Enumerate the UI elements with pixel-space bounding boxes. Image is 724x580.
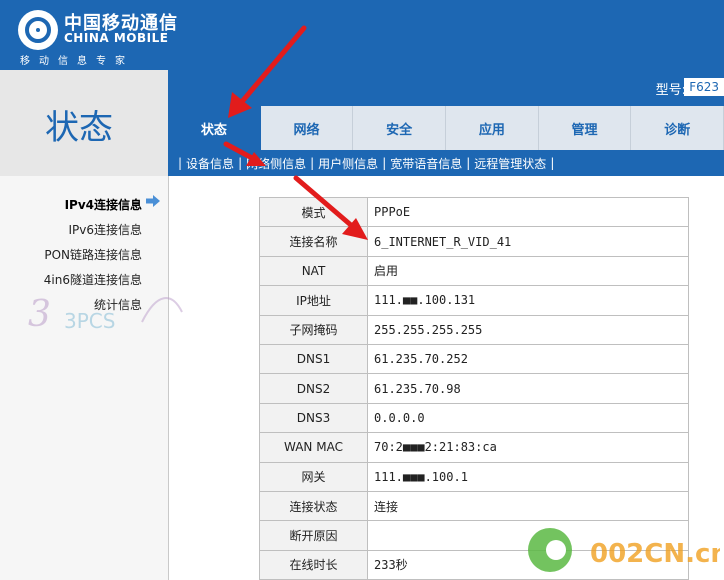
brand-header: 中国移动通信 CHINA MOBILE 移动信息专家	[0, 0, 724, 70]
subnav-device-info[interactable]: 设备信息	[186, 155, 234, 172]
table-row: 连接名称 6_INTERNET_R_VID_41	[259, 226, 689, 257]
row-key: NAT	[259, 255, 368, 287]
tab-security[interactable]: 安全	[353, 106, 447, 150]
table-row: IP地址 111.■■.100.131	[259, 285, 689, 316]
table-row: 子网掩码 255.255.255.255	[259, 314, 689, 345]
brand-slogan: 移动信息专家	[20, 56, 134, 67]
section-title: 状态	[45, 108, 113, 148]
tab-status[interactable]: 状态	[168, 106, 261, 150]
row-value: 连接	[367, 490, 689, 522]
row-value: PPPoE	[367, 196, 689, 228]
arrow-right-icon	[146, 195, 160, 207]
tab-application[interactable]: 应用	[446, 106, 539, 150]
row-value: 0.0.0.0	[367, 402, 689, 434]
subnav-broadband-voice-info[interactable]: 宽带语音信息	[390, 155, 462, 172]
subnav-network-side-info[interactable]: 网络侧信息	[246, 155, 306, 172]
main-tabs: 状态 网络 安全 应用 管理 诊断	[168, 106, 724, 150]
row-key: DNS2	[259, 373, 368, 404]
svg-text:3PCS: 3PCS	[64, 309, 115, 333]
row-key: 子网掩码	[259, 314, 368, 345]
row-key: IP地址	[259, 285, 368, 316]
sub-navigation: | 设备信息 | 网络侧信息 | 用户侧信息 | 宽带语音信息 | 远程管理状态…	[168, 150, 724, 176]
row-key: 模式	[259, 196, 368, 228]
model-label: 型号:	[655, 83, 686, 98]
row-key: 断开原因	[259, 520, 368, 551]
table-row: DNS3 0.0.0.0	[259, 402, 689, 434]
row-key: DNS1	[259, 343, 368, 375]
row-value: 255.255.255.255	[367, 314, 689, 345]
row-key: DNS3	[259, 402, 368, 434]
row-value: 启用	[367, 255, 689, 287]
china-mobile-logo-icon	[18, 10, 58, 50]
svg-text:3: 3	[28, 294, 51, 335]
table-row: WAN MAC 70:2■■■2:21:83:ca	[259, 432, 689, 463]
left-menu: IPv4连接信息 IPv6连接信息 PON链路连接信息 4in6隧道连接信息 统…	[0, 176, 168, 580]
table-row: 网关 111.■■■.100.1	[259, 461, 689, 492]
table-row: 连接状态 连接	[259, 490, 689, 522]
tab-diagnosis[interactable]: 诊断	[631, 106, 724, 150]
subnav-user-side-info[interactable]: 用户侧信息	[318, 155, 378, 172]
section-header: 状态	[0, 70, 168, 176]
brand-name-en: CHINA MOBILE	[64, 31, 169, 45]
row-value: 61.235.70.98	[367, 373, 689, 404]
model-value: F623	[684, 78, 724, 96]
table-row: 模式 PPPoE	[259, 196, 689, 228]
left-menu-ipv4-connection[interactable]: IPv4连接信息	[65, 196, 142, 213]
row-key: 在线时长	[259, 549, 368, 580]
table-row: NAT 启用	[259, 255, 689, 287]
row-key: WAN MAC	[259, 432, 368, 463]
row-key: 连接名称	[259, 226, 368, 257]
model-bar: 型号: F623	[168, 70, 724, 106]
subnav-remote-management-status[interactable]: 远程管理状态	[474, 155, 546, 172]
svg-text:002CN.cn: 002CN.cn	[590, 539, 720, 569]
row-key: 连接状态	[259, 490, 368, 522]
row-value: 111.■■■.100.1	[367, 461, 689, 492]
watermark-3pcs: 3 3PCS	[28, 294, 183, 335]
left-menu-pon-link[interactable]: PON链路连接信息	[44, 246, 142, 263]
table-row: DNS1 61.235.70.252	[259, 343, 689, 375]
left-menu-ipv6-connection[interactable]: IPv6连接信息	[68, 221, 142, 238]
tab-network[interactable]: 网络	[260, 106, 354, 150]
table-row: DNS2 61.235.70.98	[259, 373, 689, 404]
row-value: 6_INTERNET_R_VID_41	[367, 226, 689, 257]
row-value: 61.235.70.252	[367, 343, 689, 375]
tab-management[interactable]: 管理	[538, 106, 632, 150]
row-value: 70:2■■■2:21:83:ca	[367, 432, 689, 463]
watermark-002cn: 002CN.cn	[528, 528, 720, 572]
row-key: 网关	[259, 461, 368, 492]
row-value: 111.■■.100.131	[367, 285, 689, 316]
